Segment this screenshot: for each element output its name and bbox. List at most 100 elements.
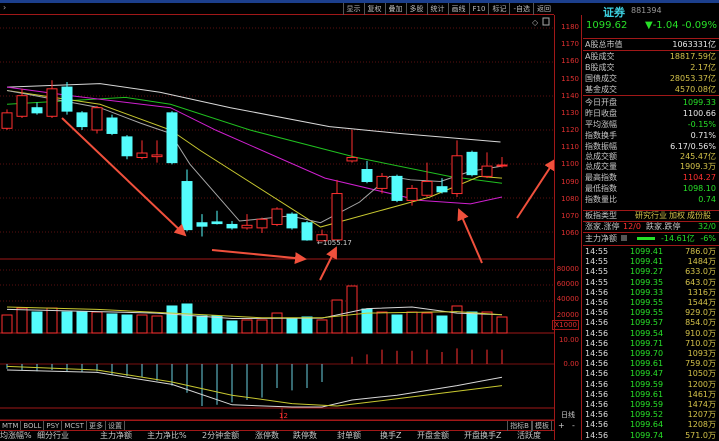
candle <box>76 111 88 131</box>
tick-row: 14:56 1099.55 1544万 <box>583 298 719 308</box>
board-type-row: 板指类型 研究行业 加权 成份股 <box>583 210 719 221</box>
stat-row: A股成交 18817.59亿 <box>583 51 719 62</box>
tick-row: 14:56 1099.33 1316万 <box>583 288 719 298</box>
tick-row: 14:56 1099.59 1200万 <box>583 380 719 390</box>
volume-bar <box>166 305 178 334</box>
indicator-tab[interactable]: MTM <box>0 421 22 430</box>
column-header[interactable]: 主力净额 <box>100 430 132 441</box>
tick-volume: 1474万 <box>687 400 716 409</box>
tick-price: 1099.52 <box>630 410 664 420</box>
toolbar-button[interactable]: 画线 <box>447 3 469 15</box>
tick-time: 14:55 <box>585 267 609 277</box>
stat-label: A股总市值 <box>585 40 623 49</box>
tick-volume: 1093万 <box>687 349 716 358</box>
column-header[interactable]: 2分钟金额 <box>202 430 239 441</box>
price-axis: 1180 1170 1160 1150 1140 1130 1120 1110 1100 1090… <box>552 15 582 440</box>
column-header[interactable]: 开盘换手Z <box>464 430 501 441</box>
tick-volume: 910.0万 <box>685 328 716 338</box>
indicator-tab[interactable]: BOLL <box>21 421 45 430</box>
indicator-tab[interactable]: MCST <box>62 421 87 430</box>
main-flow-pct: -6% <box>700 234 716 243</box>
chevron-right-icon[interactable]: › <box>3 3 6 12</box>
kline-chart[interactable]: ←1055.17 12 ◇ <box>0 15 554 420</box>
toolbar-button[interactable]: 返回 <box>533 3 554 15</box>
column-header[interactable]: 细分行业 <box>37 430 69 441</box>
stat-label: 最高指数 <box>585 173 617 182</box>
tick-price: 1099.54 <box>630 328 664 338</box>
toolbar-button[interactable]: 复权 <box>363 3 385 15</box>
indicator-tab[interactable]: PSY <box>44 421 63 430</box>
column-header[interactable]: 跌停数 <box>293 430 317 441</box>
tick-time: 14:56 <box>585 359 609 369</box>
tick-time: 14:55 <box>585 257 609 267</box>
tick-volume: 571.0万 <box>685 430 716 440</box>
volume-bar <box>211 315 223 334</box>
candle <box>196 214 208 237</box>
column-header[interactable]: 开盘金额 <box>417 430 449 441</box>
tick-row: 14:56 1099.57 854.0万 <box>583 318 719 328</box>
toolbar-button[interactable]: -自选 <box>509 3 533 15</box>
tick-time: 14:56 <box>585 389 609 399</box>
toolbar-button[interactable]: 叠加 <box>384 3 406 15</box>
tick-time: 14:56 <box>585 338 609 348</box>
column-header[interactable]: 主力净比% <box>147 430 187 441</box>
column-header[interactable]: 换手Z <box>380 430 401 441</box>
candle <box>136 140 148 160</box>
tick-row: 14:56 1099.47 1050万 <box>583 369 719 379</box>
stat-label: 指数换手 <box>585 131 617 140</box>
tick-time: 14:56 <box>585 318 609 328</box>
tick-price: 1099.35 <box>630 277 664 287</box>
tick-row: 14:55 1099.35 643.0万 <box>583 278 719 288</box>
tick-price: 1099.70 <box>630 349 664 358</box>
stat-value: 1104.27 <box>682 173 716 182</box>
tick-row: 14:56 1099.61 1461万 <box>583 390 719 400</box>
tick-volume: 854.0万 <box>685 318 716 328</box>
annotation-arrow <box>457 208 483 264</box>
period-button[interactable]: 日线 <box>561 410 575 420</box>
column-header[interactable]: 均涨幅% <box>0 430 32 441</box>
price-tick-label: 1100 <box>561 160 579 169</box>
price-tick-label: 1060 <box>561 229 579 238</box>
stat-label: A股成交 <box>585 52 615 61</box>
volume-bar <box>196 315 208 334</box>
panel-toggle-icon[interactable] <box>542 17 550 26</box>
column-header[interactable]: 涨停数 <box>255 430 279 441</box>
flow-bar <box>637 237 655 240</box>
toolbar-button[interactable]: 统计 <box>426 3 448 15</box>
tick-time: 14:56 <box>585 349 609 358</box>
candle <box>346 130 358 163</box>
toolbar-button[interactable]: 多股 <box>405 3 427 15</box>
volume-bar <box>496 316 508 334</box>
candle <box>1 109 13 131</box>
stat-value: 4570.08亿 <box>674 85 716 94</box>
zoom-out-button[interactable]: - <box>572 421 575 430</box>
up-count-value: 12/0 <box>623 222 641 231</box>
diamond-icon[interactable]: ◇ <box>532 18 539 27</box>
volume-bar <box>91 311 103 334</box>
menu-icon[interactable] <box>621 235 627 241</box>
tick-price: 1099.61 <box>630 389 664 399</box>
stat-row: 总成交量 1909.3万 <box>583 161 719 172</box>
constituents-link[interactable]: 成份股 <box>687 210 711 221</box>
column-header[interactable]: 封单额 <box>337 430 361 441</box>
price-tick-label: 1140 <box>561 91 579 100</box>
indicator-tab[interactable]: 设置 <box>106 421 125 430</box>
zoom-in-button[interactable]: + <box>558 421 565 430</box>
candle <box>121 135 133 160</box>
candle <box>211 210 223 225</box>
toolbar-button[interactable]: F10 <box>468 3 489 15</box>
tick-price: 1099.57 <box>630 318 664 328</box>
volume-tick-label: 80000 <box>556 264 579 273</box>
main-flow-row: 主力净额 -14.61亿 -6% <box>583 233 719 244</box>
tick-volume: 1208万 <box>687 420 716 430</box>
toolbar-button[interactable]: 显示 <box>342 3 364 15</box>
volume-tick-label: 60000 <box>556 280 579 289</box>
stat-row: A股总市值 1063331亿 <box>583 39 719 50</box>
column-header[interactable]: 活跃度 <box>517 430 541 441</box>
tick-price: 1099.64 <box>630 420 664 430</box>
candle <box>286 212 298 230</box>
volume-bar <box>241 319 253 334</box>
volume-bar <box>136 314 148 334</box>
indicator-tab[interactable]: 更多 <box>87 421 106 430</box>
toolbar-button[interactable]: 标记 <box>488 3 509 15</box>
